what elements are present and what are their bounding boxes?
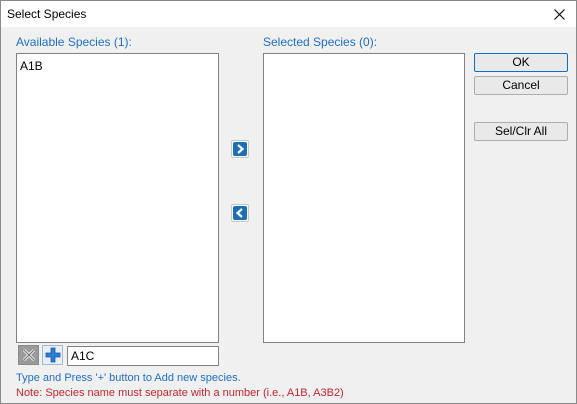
- ok-button[interactable]: OK: [474, 53, 568, 72]
- list-item[interactable]: A1B: [20, 59, 43, 73]
- chevron-right-icon: [233, 142, 247, 156]
- add-species-instruction: Type and Press '+' button to Add new spe…: [16, 372, 241, 384]
- add-species-button[interactable]: [42, 345, 63, 365]
- close-button[interactable]: [542, 1, 576, 27]
- select-clear-all-button[interactable]: Sel/Clr All: [474, 122, 568, 141]
- chevron-left-icon: [233, 206, 247, 220]
- selected-species-list[interactable]: [263, 53, 465, 343]
- selected-species-label: Selected Species (0):: [263, 35, 378, 49]
- species-name-note: Note: Species name must separate with a …: [16, 387, 344, 399]
- select-species-dialog: Select Species Available Species (1): A1…: [0, 0, 577, 404]
- move-left-button[interactable]: [231, 204, 249, 222]
- available-species-list[interactable]: A1B: [16, 53, 219, 343]
- cancel-button[interactable]: Cancel: [474, 76, 568, 95]
- move-right-button[interactable]: [231, 140, 249, 158]
- dialog-title: Select Species: [7, 7, 87, 21]
- close-icon: [553, 8, 565, 20]
- new-species-input[interactable]: [67, 346, 219, 366]
- plus-icon: [45, 347, 60, 363]
- title-bar: Select Species: [1, 1, 576, 27]
- delete-x-icon: [22, 348, 35, 362]
- available-species-label: Available Species (1):: [16, 35, 132, 49]
- delete-species-button[interactable]: [18, 345, 39, 365]
